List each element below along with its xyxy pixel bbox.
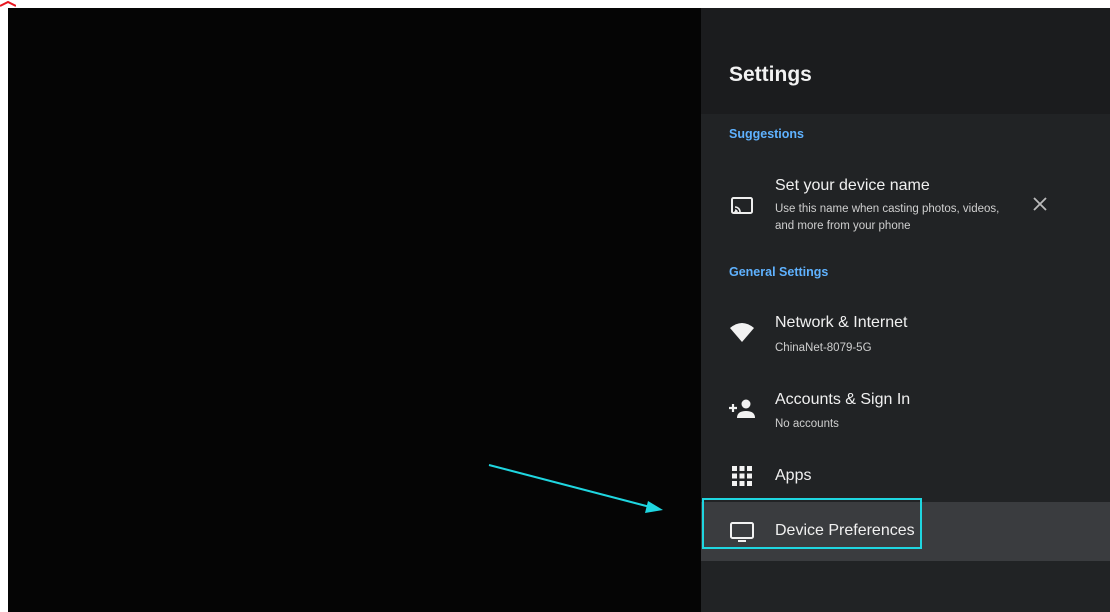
focus-highlight-box	[702, 498, 922, 549]
tv-screen: Settings Suggestions Set your device nam…	[8, 8, 1110, 612]
annotation-arrow	[488, 464, 663, 513]
